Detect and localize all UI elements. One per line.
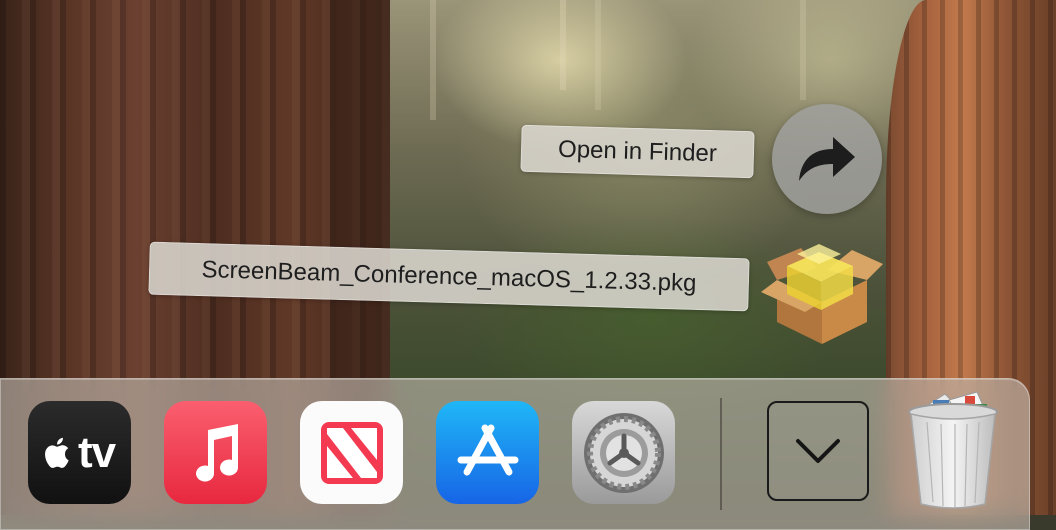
music-icon[interactable] <box>164 401 267 504</box>
open-in-finder-text: Open in Finder <box>557 135 718 167</box>
background-tree <box>560 0 566 90</box>
chevron-down-icon <box>796 439 840 463</box>
news-n-icon <box>320 421 383 484</box>
apple-logo-icon <box>44 437 69 468</box>
tv-text: tv <box>77 427 116 477</box>
arrow-turn-right-icon <box>799 137 855 181</box>
package-icon[interactable] <box>757 232 887 347</box>
open-in-finder-button[interactable] <box>772 104 882 214</box>
apple-tv-icon[interactable]: tv <box>28 401 131 504</box>
news-icon[interactable] <box>300 401 403 504</box>
music-note-icon <box>195 423 238 482</box>
app-store-icon[interactable] <box>436 401 539 504</box>
download-file-name: ScreenBeam_Conference_macOS_1.2.33.pkg <box>201 255 697 297</box>
background-tree <box>595 0 601 110</box>
dock-divider <box>720 398 722 510</box>
open-in-finder-label[interactable]: Open in Finder <box>520 124 755 179</box>
background-tree <box>430 0 436 120</box>
trash-full-icon[interactable] <box>905 386 1001 511</box>
gear-icon <box>583 412 664 493</box>
system-preferences-icon[interactable] <box>572 401 675 504</box>
downloads-stack-button[interactable] <box>767 401 869 501</box>
app-store-a-icon <box>457 424 518 475</box>
background-tree <box>800 0 806 100</box>
